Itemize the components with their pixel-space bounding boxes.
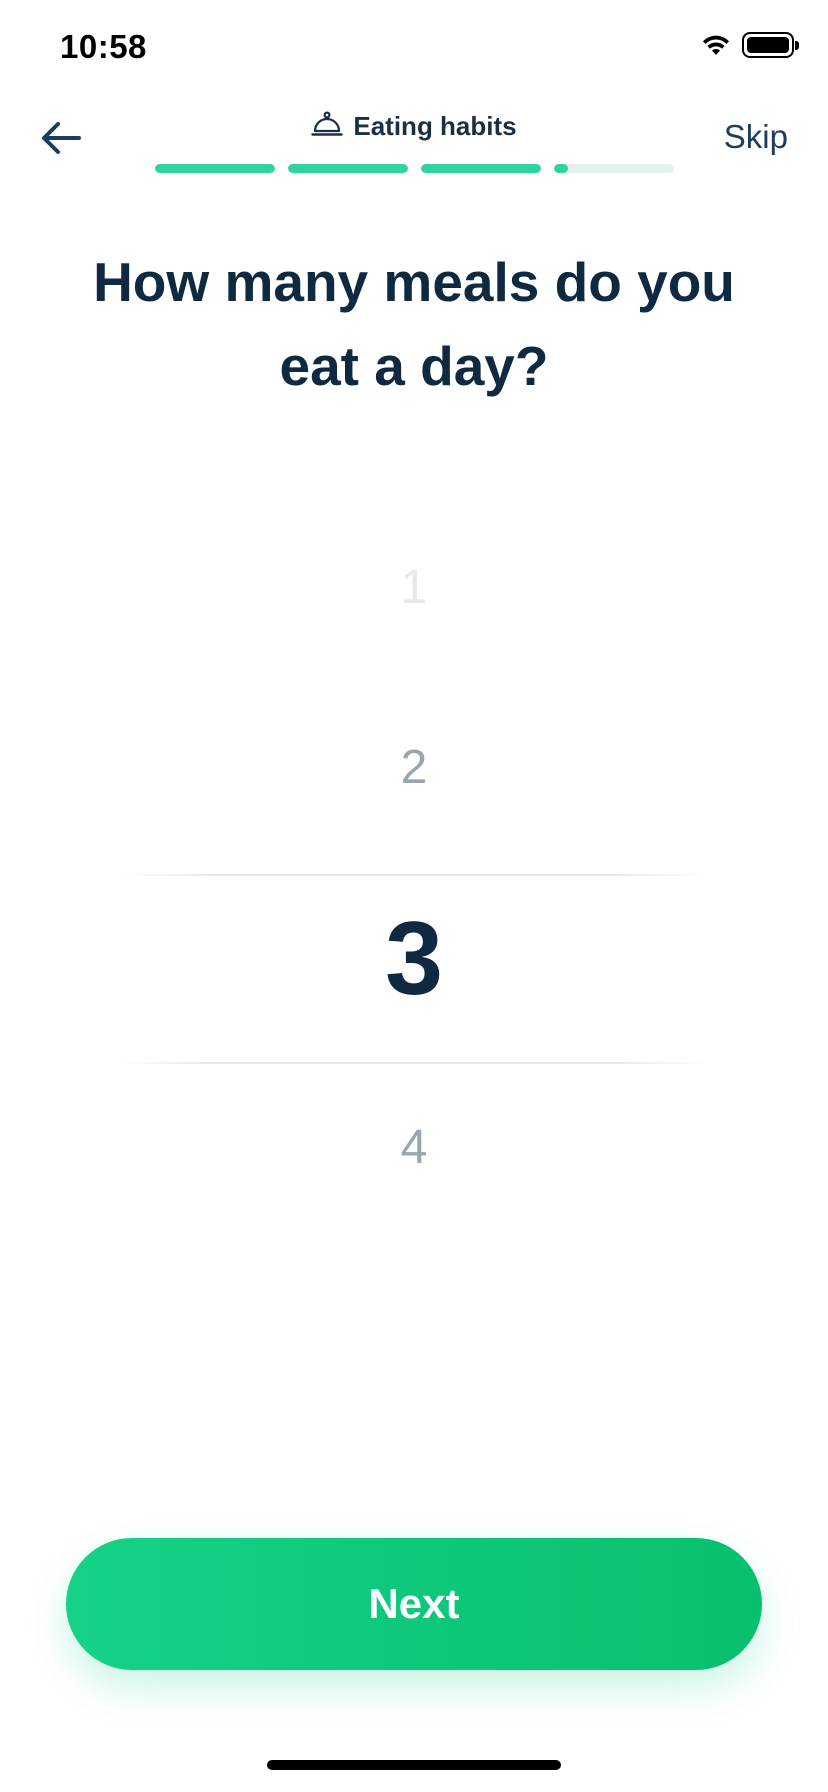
progress-fill [288, 164, 408, 173]
status-icons [700, 32, 799, 58]
section-title: Eating habits [0, 110, 828, 143]
progress-segment [155, 164, 275, 173]
battery-fill [747, 37, 789, 53]
picker-selected-option[interactable]: 3 [120, 900, 708, 1019]
question-line-1: How many meals do you [93, 251, 735, 313]
status-time: 10:58 [60, 28, 147, 65]
cloche-icon [311, 110, 344, 143]
progress-segment [554, 164, 674, 173]
meals-picker[interactable]: 1 2 3 4 [120, 540, 708, 1220]
question-title: How many meals do you eat a day? [40, 240, 788, 408]
picker-divider [120, 874, 708, 876]
battery-tip [795, 41, 799, 50]
screen: 10:58 Eating habits Skip How many meals … [0, 0, 828, 1792]
next-button[interactable]: Next [66, 1538, 762, 1670]
progress-fill [155, 164, 275, 173]
wifi-icon [700, 33, 732, 57]
picker-option[interactable]: 1 [120, 560, 708, 615]
progress-bar [155, 164, 674, 173]
home-indicator [267, 1760, 561, 1770]
picker-divider [120, 1062, 708, 1064]
progress-fill [554, 164, 569, 173]
picker-option[interactable]: 4 [120, 1120, 708, 1175]
picker-option[interactable]: 2 [120, 740, 708, 795]
progress-segment [288, 164, 408, 173]
question-line-2: eat a day? [279, 335, 549, 397]
battery-icon [742, 32, 799, 58]
progress-fill [421, 164, 541, 173]
progress-segment [421, 164, 541, 173]
section-label: Eating habits [353, 111, 517, 141]
skip-button[interactable]: Skip [724, 118, 788, 156]
